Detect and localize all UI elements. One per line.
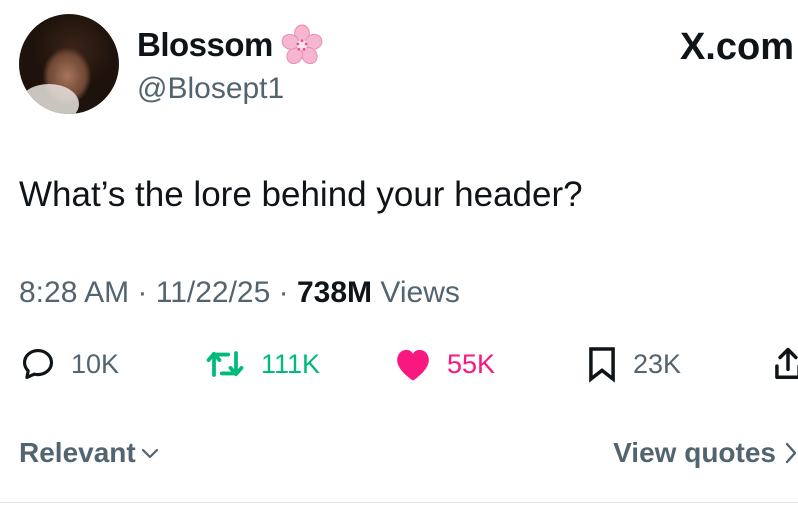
- reply-count: 10K: [71, 349, 120, 379]
- action-bar: 10K 111K 55K 23K: [19, 344, 798, 386]
- repost-button[interactable]: 111K: [203, 344, 320, 384]
- chevron-right-icon: [785, 442, 797, 464]
- repost-count: 111K: [261, 349, 321, 379]
- tweet-time[interactable]: 8:28 AM: [19, 276, 129, 309]
- author-name-row[interactable]: Blossom: [137, 24, 323, 66]
- replies-sort-dropdown[interactable]: Relevant: [19, 433, 162, 473]
- chevron-down-icon: [141, 448, 158, 459]
- views-label: Views: [380, 276, 460, 309]
- divider: [0, 502, 798, 503]
- avatar[interactable]: [19, 14, 119, 114]
- share-icon: [775, 347, 798, 379]
- author-display-name[interactable]: Blossom: [137, 25, 273, 65]
- brand-logo: X.com: [679, 26, 794, 68]
- repost-icon: [206, 351, 244, 377]
- tweet-text: What’s the lore behind your header?: [19, 175, 583, 214]
- tweet-date[interactable]: 11/22/25: [156, 276, 271, 309]
- share-button[interactable]: [773, 344, 798, 382]
- like-button[interactable]: 55K: [393, 344, 495, 384]
- reply-icon: [22, 348, 54, 380]
- tweet-meta: 8:28 AM · 11/22/25 · 738M Views: [19, 273, 460, 313]
- cherry-blossom-icon: [281, 24, 323, 65]
- view-quotes-label: View quotes: [613, 437, 776, 468]
- views-count: 738M: [296, 276, 373, 309]
- avatar-shirt: [19, 84, 79, 114]
- author-handle[interactable]: @Blosept1: [137, 71, 284, 107]
- bookmark-button[interactable]: 23K: [585, 344, 681, 384]
- view-quotes-link[interactable]: View quotes: [613, 433, 798, 473]
- like-count: 55K: [447, 349, 496, 379]
- sort-label: Relevant: [19, 437, 136, 468]
- meta-separator: ·: [278, 276, 297, 309]
- bookmark-icon: [589, 347, 615, 383]
- meta-separator: ·: [137, 276, 156, 309]
- heart-icon: [397, 349, 429, 381]
- bookmark-count: 23K: [633, 349, 682, 379]
- reply-button[interactable]: 10K: [19, 344, 119, 384]
